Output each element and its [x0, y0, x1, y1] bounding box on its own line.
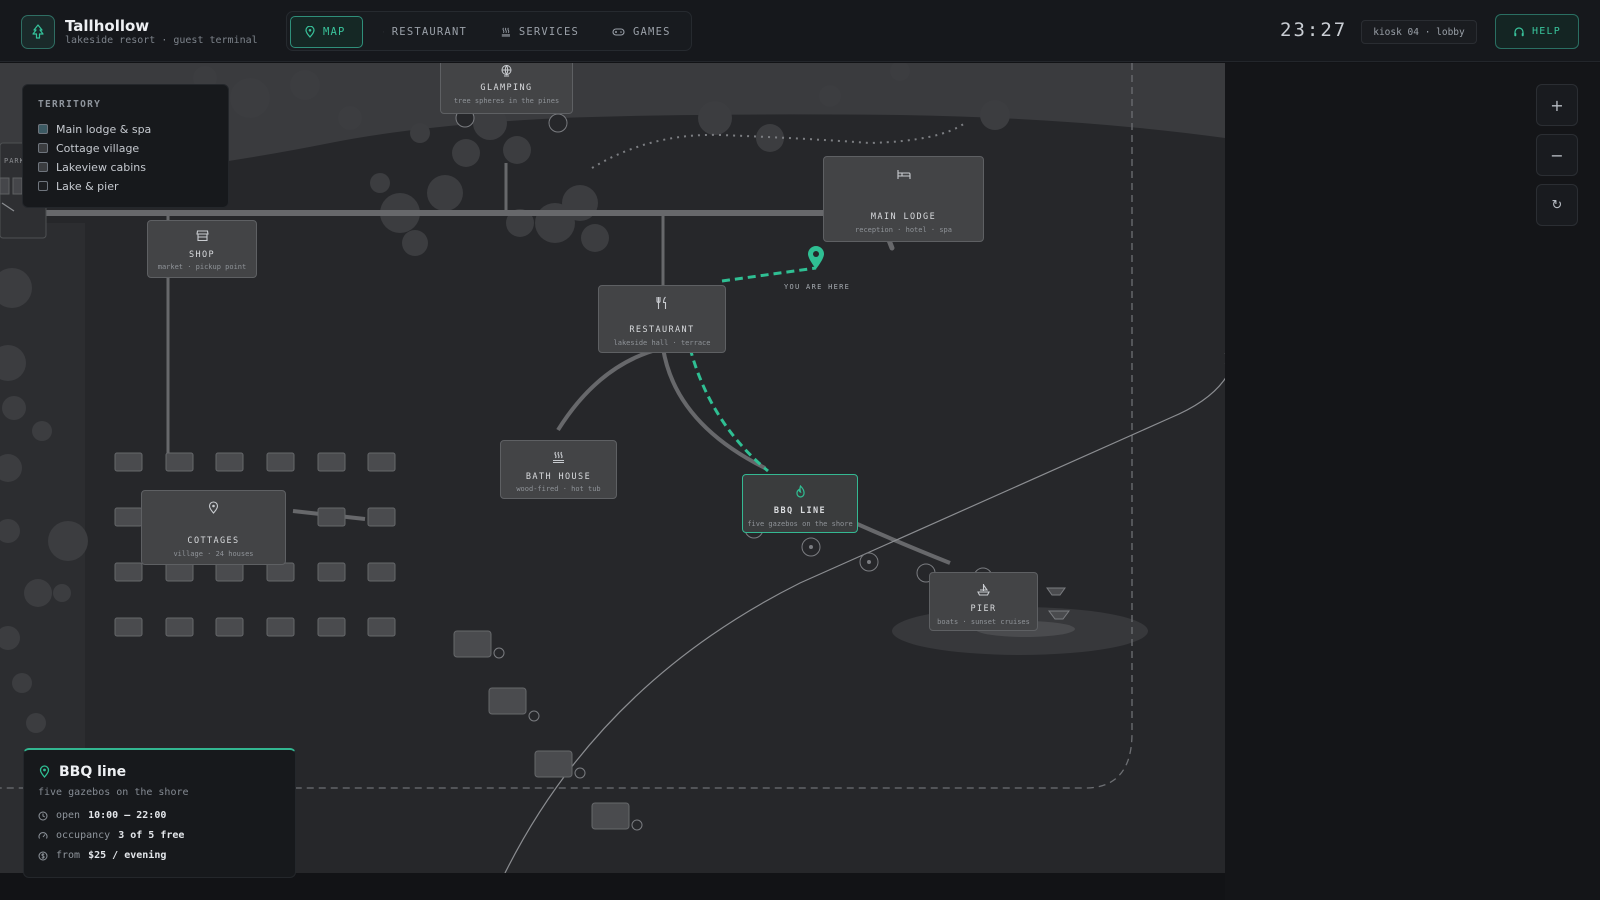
steam-icon: [501, 27, 510, 37]
node-restaurant[interactable]: RESTAURANT lakeside hall · terrace: [598, 285, 726, 353]
store-icon: [148, 229, 256, 242]
main-nav: MAP RESTAURANT SERVICES GAMES: [286, 11, 692, 51]
node-bath-house-sub: wood-fired · hot tub: [516, 485, 601, 493]
info-row-hours: open 10:00 – 22:00: [38, 810, 166, 821]
node-shop[interactable]: SHOP market · pickup point: [147, 220, 257, 278]
info-subtitle: five gazebos on the shore: [38, 787, 189, 798]
node-pier-sub: boats · sunset cruises: [937, 618, 1030, 626]
info-row-value: 10:00 – 22:00: [88, 810, 167, 821]
help-label: HELP: [1532, 26, 1561, 37]
you-are-here-label: YOU ARE HERE: [784, 283, 851, 291]
minus-icon: −: [1550, 145, 1564, 165]
legend-item-label: Cottage village: [56, 141, 140, 155]
node-shop-title: SHOP: [188, 250, 216, 260]
node-cottages-sub: village · 24 houses: [173, 550, 254, 558]
tab-games[interactable]: GAMES: [598, 16, 686, 48]
legend-item-lake-pier[interactable]: Lake & pier: [38, 179, 119, 193]
cutlery-icon: [599, 296, 725, 310]
legend-title: TERRITORY: [38, 99, 102, 110]
legend-swatch: [38, 124, 48, 134]
node-restaurant-sub: lakeside hall · terrace: [613, 339, 711, 347]
node-bath-house[interactable]: BATH HOUSE wood-fired · hot tub: [500, 440, 617, 499]
info-row-occupancy: occupancy 3 of 5 free: [38, 830, 184, 841]
flame-icon: [743, 485, 857, 498]
tab-restaurant-label: RESTAURANT: [391, 26, 467, 38]
info-row-value: $25 / evening: [88, 850, 167, 861]
tree-logo-icon: [21, 15, 55, 49]
info-title: BBQ line: [59, 764, 127, 780]
gamepad-icon: [612, 28, 625, 36]
node-cottages-title: COTTAGES: [187, 536, 240, 546]
node-pier[interactable]: PIER boats · sunset cruises: [929, 572, 1038, 631]
app-name: Tallhollow: [65, 17, 150, 35]
info-row-price: from $25 / evening: [38, 850, 166, 861]
clock: 23:27: [1280, 19, 1348, 41]
top-bar: Tallhollow lakeside resort · guest termi…: [0, 0, 1600, 62]
node-bbq-line-title: BBQ LINE: [773, 506, 827, 516]
reset-view-button[interactable]: ↻: [1536, 184, 1578, 226]
node-restaurant-title: RESTAURANT: [629, 325, 695, 335]
tab-restaurant[interactable]: RESTAURANT: [369, 16, 481, 48]
info-row-label: open: [56, 810, 81, 821]
node-cottages[interactable]: COTTAGES village · 24 houses: [141, 490, 286, 565]
info-row-label: from: [56, 850, 81, 861]
legend-item-lakeview-cabins[interactable]: Lakeview cabins: [38, 160, 146, 174]
zoom-in-button[interactable]: +: [1536, 84, 1578, 126]
legend-swatch: [38, 181, 48, 191]
headset-icon: [1514, 26, 1524, 36]
clock-icon: [38, 811, 48, 820]
zoom-out-button[interactable]: −: [1536, 134, 1578, 176]
cutlery-icon: [383, 31, 384, 33]
node-bbq-line-sub: five gazebos on the shore: [747, 520, 853, 528]
you-are-here-pin-icon: [808, 246, 824, 269]
node-shop-sub: market · pickup point: [157, 263, 247, 271]
boat-icon: [930, 583, 1037, 596]
gauge-icon: [38, 831, 48, 839]
node-bath-house-title: BATH HOUSE: [525, 472, 592, 482]
tab-map-label: MAP: [323, 26, 346, 38]
tab-services-label: SERVICES: [518, 26, 579, 38]
info-row-label: occupancy: [56, 830, 111, 841]
map-pin-icon: [305, 26, 315, 38]
map-pin-icon: [39, 765, 50, 778]
legend-item-label: Main lodge & spa: [56, 122, 152, 136]
legend-item-main-lodge[interactable]: Main lodge & spa: [38, 122, 151, 136]
node-bbq-line[interactable]: BBQ LINE five gazebos on the shore: [742, 474, 858, 533]
info-row-value: 3 of 5 free: [118, 830, 185, 841]
legend-swatch: [38, 162, 48, 172]
location-info-card: BBQ line five gazebos on the shore open …: [23, 748, 296, 878]
node-main-lodge-sub: reception · hotel · spa: [855, 226, 952, 234]
coin-icon: [38, 851, 48, 860]
reset-icon: ↻: [1551, 197, 1563, 213]
plus-icon: +: [1550, 95, 1564, 115]
map-pin-icon: [142, 501, 285, 514]
territory-legend: TERRITORY Main lodge & spa Cottage villa…: [22, 84, 229, 208]
tab-services[interactable]: SERVICES: [487, 16, 593, 48]
tab-map[interactable]: MAP: [290, 16, 363, 48]
shore-line: [504, 353, 1225, 873]
bed-icon: [824, 169, 983, 180]
kiosk-badge: kiosk 04 · lobby: [1361, 20, 1477, 44]
legend-item-cottage-village[interactable]: Cottage village: [38, 141, 139, 155]
steam-icon: [501, 451, 616, 464]
route-path: [721, 266, 817, 283]
node-glamping-sub: tree spheres in the pines: [453, 97, 560, 105]
tab-games-label: GAMES: [633, 26, 671, 38]
node-glamping-title: GLAMPING: [480, 83, 533, 93]
node-pier-title: PIER: [970, 604, 997, 614]
legend-item-label: Lake & pier: [56, 179, 119, 193]
legend-item-label: Lakeview cabins: [56, 160, 146, 174]
help-button[interactable]: HELP: [1495, 14, 1579, 49]
app-subtitle: lakeside resort · guest terminal: [65, 35, 258, 46]
node-main-lodge-title: MAIN LODGE: [870, 212, 937, 222]
node-glamping[interactable]: GLAMPING tree spheres in the pines: [440, 63, 573, 114]
globe-icon: [441, 64, 572, 77]
node-main-lodge[interactable]: MAIN LODGE reception · hotel · spa: [823, 156, 984, 242]
legend-swatch: [38, 143, 48, 153]
